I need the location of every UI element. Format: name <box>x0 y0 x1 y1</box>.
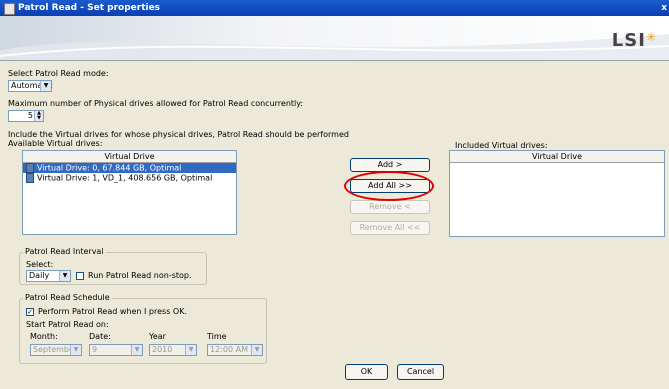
remove-button[interactable]: Remove < <box>350 200 430 214</box>
drive-row-label: Virtual Drive: 0, 67.844 GB, Optimal <box>37 163 182 173</box>
interval-group-label: Patrol Read Interval <box>23 247 106 256</box>
chevron-down-icon[interactable]: ▼ <box>251 345 262 355</box>
date-label: Date: <box>89 332 111 341</box>
list-item[interactable]: Virtual Drive: 0, 67.844 GB, Optimal <box>23 163 236 173</box>
available-drives-label: Available Virtual drives: <box>8 139 103 148</box>
window-icon <box>4 3 15 15</box>
highlight-circle <box>344 171 434 201</box>
spinner-arrows-icon[interactable]: ▲ ▼ <box>34 111 43 121</box>
included-drives-list[interactable]: Virtual Drive <box>449 150 665 237</box>
chevron-down-icon[interactable]: ▼ <box>59 271 70 281</box>
time-select[interactable]: 12:00 AM ▼ <box>207 344 263 356</box>
available-drives-list[interactable]: Virtual Drive Virtual Drive: 0, 67.844 G… <box>22 150 237 235</box>
chevron-down-icon[interactable]: ▼ <box>185 345 196 355</box>
month-select[interactable]: September ▼ <box>30 344 82 356</box>
run-nonstop-checkbox[interactable] <box>76 272 84 280</box>
max-drives-value: 5 <box>27 111 33 120</box>
window-title: Patrol Read - Set properties <box>18 3 161 13</box>
chevron-down-icon[interactable]: ▼ <box>131 345 142 355</box>
chevron-down-icon[interactable]: ▼ <box>40 81 51 91</box>
included-column-header[interactable]: Virtual Drive <box>450 151 664 163</box>
year-label: Year <box>149 332 166 341</box>
schedule-group-label: Patrol Read Schedule <box>23 293 112 302</box>
start-on-label: Start Patrol Read on: <box>26 320 109 329</box>
time-select-value: 12:00 AM <box>210 345 248 354</box>
max-drives-label: Maximum number of Physical drives allowe… <box>8 99 304 108</box>
interval-select-label: Select: <box>26 260 54 269</box>
banner-swoosh <box>0 34 669 60</box>
chevron-down-icon[interactable]: ▼ <box>70 345 81 355</box>
interval-select[interactable]: Daily ▼ <box>26 270 71 282</box>
virtual-drive-icon <box>26 173 34 183</box>
perform-on-ok-checkbox[interactable]: ✓ <box>26 308 34 316</box>
year-select[interactable]: 2010 ▼ <box>149 344 197 356</box>
list-item[interactable]: Virtual Drive: 1, VD_1, 408.656 GB, Opti… <box>23 173 236 183</box>
date-select-value: 9 <box>92 345 98 354</box>
remove-all-button[interactable]: Remove All << <box>350 221 430 235</box>
mode-select[interactable]: Automatic ▼ <box>8 80 52 92</box>
month-label: Month: <box>30 332 58 341</box>
perform-on-ok-label[interactable]: Perform Patrol Read when I press OK. <box>38 307 187 316</box>
header-banner: LSI✳ <box>0 16 669 61</box>
add-button[interactable]: Add > <box>350 158 430 172</box>
logo-mark: ✳ <box>645 30 657 44</box>
drive-row-label: Virtual Drive: 1, VD_1, 408.656 GB, Opti… <box>37 173 213 183</box>
year-select-value: 2010 <box>152 345 173 354</box>
interval-select-value: Daily <box>29 271 50 280</box>
title-bar[interactable]: Patrol Read - Set properties x <box>0 0 669 16</box>
time-label: Time <box>207 332 227 341</box>
max-drives-spinner[interactable]: 5 ▲ ▼ <box>8 110 44 122</box>
virtual-drive-icon <box>26 163 34 173</box>
logo-text: LSI <box>611 30 646 51</box>
ok-button[interactable]: OK <box>345 364 388 380</box>
lsi-logo: LSI✳ <box>612 30 657 51</box>
close-icon[interactable]: x <box>661 0 667 16</box>
date-select[interactable]: 9 ▼ <box>89 344 143 356</box>
patrol-read-dialog: Patrol Read - Set properties x LSI✳ Sele… <box>0 0 669 389</box>
mode-label: Select Patrol Read mode: <box>8 69 109 78</box>
included-drives-label: Included Virtual drives: <box>455 141 548 150</box>
run-nonstop-label[interactable]: Run Patrol Read non-stop. <box>88 271 192 280</box>
cancel-button[interactable]: Cancel <box>397 364 444 380</box>
available-column-header[interactable]: Virtual Drive <box>23 151 236 163</box>
include-label: Include the Virtual drives for whose phy… <box>8 130 349 139</box>
